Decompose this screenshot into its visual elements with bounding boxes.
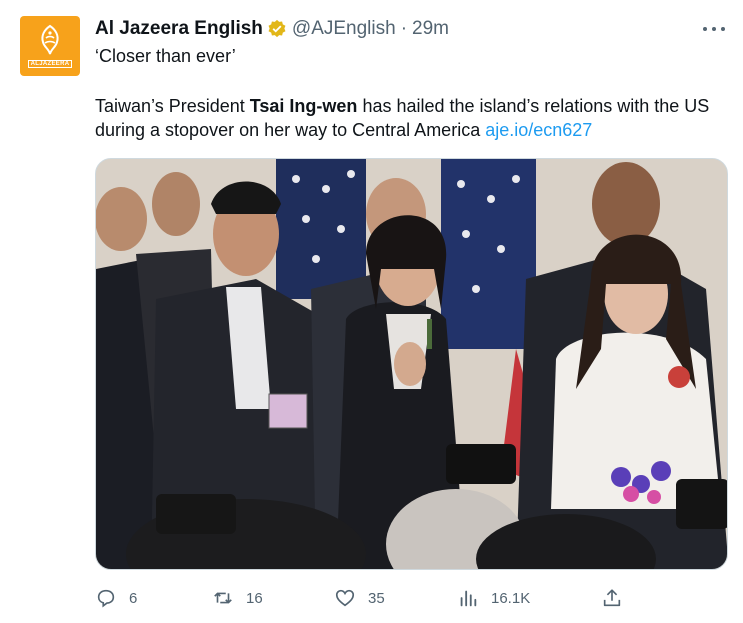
avatar-logo-text: ALJAZEERA	[27, 60, 73, 68]
separator-dot: ·	[400, 18, 408, 39]
like-button[interactable]: 35	[334, 585, 385, 611]
like-count: 35	[368, 589, 385, 607]
author-display-name[interactable]: Al Jazeera English	[95, 18, 263, 40]
tweet-headline: ‘Closer than ever’	[95, 46, 236, 66]
photo-illustration	[96, 159, 727, 569]
reply-count: 6	[129, 589, 138, 607]
tweet-link[interactable]: aje.io/ecn627	[485, 120, 592, 140]
author-handle[interactable]: @AJEnglish	[292, 18, 396, 40]
retweet-count: 16	[246, 589, 263, 607]
tweet-header: Al Jazeera English @AJEnglish · 29m	[95, 17, 449, 41]
tweet-actions: 6 16 35 16.1K	[95, 585, 630, 611]
retweet-icon	[214, 592, 232, 604]
reply-icon	[97, 589, 115, 608]
heart-icon	[335, 589, 355, 607]
tweet[interactable]: ALJAZEERA Al Jazeera English @AJEnglish …	[0, 0, 743, 623]
tweet-photo[interactable]	[95, 158, 728, 570]
views-count: 16.1K	[491, 589, 531, 607]
share-button[interactable]	[601, 585, 623, 611]
tweet-timestamp[interactable]: 29m	[412, 18, 449, 40]
views-chart-icon	[460, 590, 477, 607]
retweet-button[interactable]: 16	[212, 585, 263, 611]
avatar[interactable]: ALJAZEERA	[20, 16, 80, 76]
share-icon	[603, 589, 621, 607]
verified-badge-icon[interactable]	[267, 19, 287, 39]
tweet-body: Taiwan’s President Tsai Ing-wen has hail…	[95, 94, 730, 142]
reply-button[interactable]: 6	[95, 585, 137, 611]
tweet-body-pre: Taiwan’s President	[95, 96, 250, 116]
views-button[interactable]: 16.1K	[457, 585, 530, 611]
more-options-icon[interactable]	[703, 18, 725, 40]
tweet-body-bold: Tsai Ing-wen	[249, 96, 358, 116]
al-jazeera-logo-icon	[41, 24, 59, 55]
